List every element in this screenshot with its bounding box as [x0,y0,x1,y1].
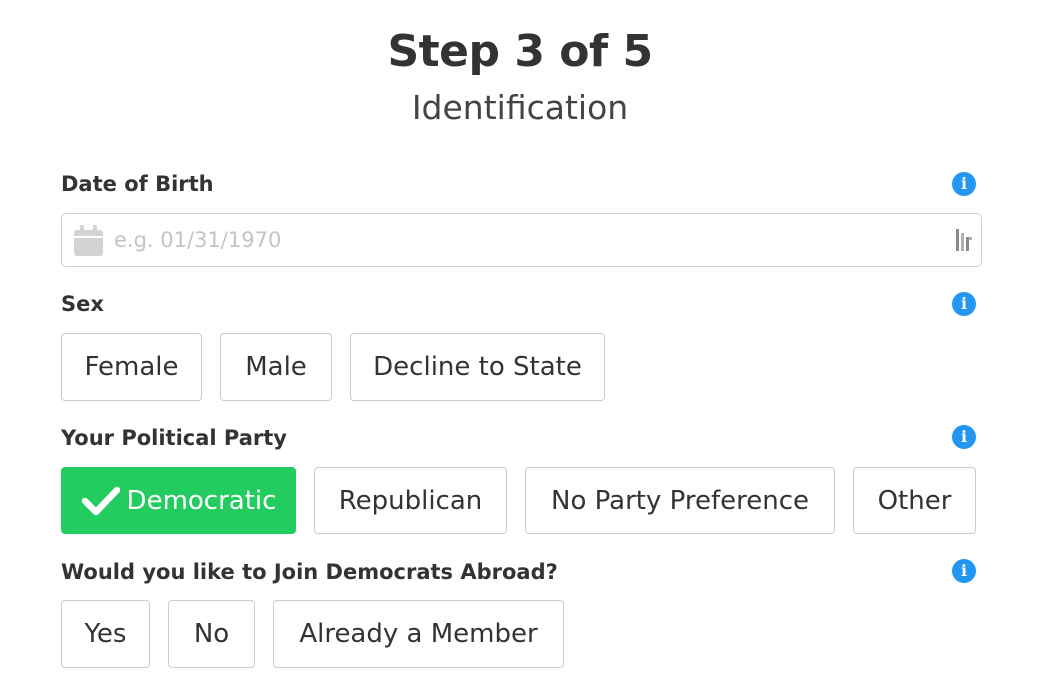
party-option-no-preference[interactable]: No Party Preference [525,467,835,534]
page-title: Identification [411,88,629,127]
sex-option-male[interactable]: Male [220,333,332,401]
date-of-birth-field[interactable] [61,213,982,267]
info-icon[interactable]: i [952,425,976,449]
sex-option-female[interactable]: Female [61,333,202,401]
join-option-already-member[interactable]: Already a Member [273,600,564,668]
party-option-label: Democratic [126,485,277,516]
party-label: Your Political Party [61,426,287,450]
sex-option-decline[interactable]: Decline to State [350,333,605,401]
party-option-democratic[interactable]: Democratic [61,467,296,534]
party-option-other[interactable]: Other [853,467,976,534]
sex-label: Sex [61,292,104,316]
info-icon[interactable]: i [952,172,976,196]
party-option-republican[interactable]: Republican [314,467,507,534]
join-option-no[interactable]: No [168,600,255,668]
picker-icon[interactable] [956,229,972,251]
check-icon [81,486,120,515]
step-indicator: Step 3 of 5 [387,26,653,77]
calendar-icon [74,225,103,256]
date-of-birth-input[interactable] [114,222,934,258]
join-option-yes[interactable]: Yes [61,600,150,668]
date-of-birth-label: Date of Birth [61,172,214,196]
join-label: Would you like to Join Democrats Abroad? [61,560,558,584]
registration-form: Step 3 of 5 Identification Date of Birth… [0,0,1056,700]
info-icon[interactable]: i [952,292,976,316]
info-icon[interactable]: i [952,559,976,583]
